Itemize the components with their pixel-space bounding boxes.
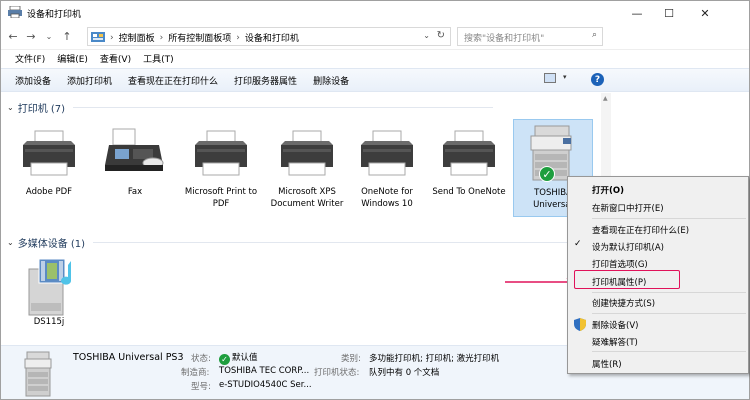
printer-icon xyxy=(275,123,339,183)
shield-icon xyxy=(574,318,586,334)
add-printer-button[interactable]: 添加打印机 xyxy=(61,74,118,87)
group-divider xyxy=(73,107,494,108)
menu-separator xyxy=(592,218,746,219)
menu-item-preferences[interactable]: 打印首选项(G) xyxy=(592,258,648,270)
forward-button[interactable]: → xyxy=(23,28,39,44)
help-icon[interactable]: ? xyxy=(591,73,604,86)
printer-window-icon xyxy=(8,5,22,21)
media-server-icon xyxy=(17,253,81,316)
menu-separator xyxy=(592,292,746,293)
multifunction-printer-icon: ✓ xyxy=(521,124,585,184)
breadcrumb-separator: › xyxy=(236,32,240,43)
refresh-icon[interactable]: ↻ xyxy=(437,30,445,41)
title-bar: 设备和打印机 — ☐ ✕ xyxy=(1,1,749,25)
device-label: Fax xyxy=(127,187,143,197)
device-fax[interactable]: Fax xyxy=(93,123,177,198)
device-onenote-for-windows-10[interactable]: OneNote for Windows 10 xyxy=(345,123,429,210)
menu-edit[interactable]: 编辑(E) xyxy=(51,50,94,67)
highlight-box xyxy=(574,270,680,289)
details-device-name: TOSHIBA Universal PS3 xyxy=(73,352,184,363)
device-list: ⌄ 打印机 (7) Adobe PDF Fax Microsoft Print … xyxy=(1,93,601,345)
print-server-properties-button[interactable]: 打印服务器属性 xyxy=(228,74,303,87)
menu-item-set-default[interactable]: 设为默认打印机(A) xyxy=(592,241,664,253)
view-options-icon[interactable] xyxy=(544,73,556,83)
device-label: OneNote for Windows 10 xyxy=(361,187,413,209)
fax-icon xyxy=(103,123,167,183)
menu-item-troubleshoot[interactable]: 疑难解答(T) xyxy=(592,336,638,348)
group-title-multimedia: 多媒体设备 (1) xyxy=(17,239,86,250)
breadcrumb-devices-printers[interactable]: 设备和打印机 xyxy=(245,31,299,44)
search-icon[interactable]: ⌕ xyxy=(592,30,597,40)
up-button[interactable]: ↑ xyxy=(59,28,75,44)
category-label: 类别: xyxy=(341,354,361,364)
device-label: Adobe PDF xyxy=(25,187,73,197)
menu-separator xyxy=(592,313,746,314)
breadcrumb-control-panel[interactable]: 控制面板 xyxy=(119,31,155,44)
printer-status-value: 队列中有 0 个文档 xyxy=(369,368,440,378)
breadcrumb-separator: › xyxy=(110,32,114,43)
ok-check-icon: ✓ xyxy=(219,354,230,365)
manufacturer-value: TOSHIBA TEC CORP... xyxy=(219,366,310,376)
device-label: Send To OneNote xyxy=(432,187,506,197)
printer-icon xyxy=(355,123,419,183)
device-label: Microsoft Print to PDF xyxy=(184,187,258,209)
device-microsoft-print-to-pdf[interactable]: Microsoft Print to PDF xyxy=(179,123,263,210)
menu-bar: 文件(F) 编辑(E) 查看(V) 工具(T) xyxy=(1,49,749,67)
printer-status-label: 打印机状态: xyxy=(314,368,360,378)
breadcrumb-all-items[interactable]: 所有控制面板项 xyxy=(168,31,231,44)
see-printing-button[interactable]: 查看现在正在打印什么 xyxy=(122,74,224,87)
menu-item-see-printing[interactable]: 查看现在正在打印什么(E) xyxy=(592,224,689,236)
menu-view[interactable]: 查看(V) xyxy=(94,50,137,67)
add-device-button[interactable]: 添加设备 xyxy=(9,74,57,87)
breadcrumb-separator: › xyxy=(159,32,164,43)
manufacturer-label: 制造商: xyxy=(181,368,210,378)
view-dropdown-icon[interactable]: ▾ xyxy=(563,73,567,81)
device-label: Microsoft XPS Document Writer xyxy=(270,187,344,209)
chevron-down-icon: ⌄ xyxy=(7,103,14,112)
multifunction-printer-icon xyxy=(19,350,59,399)
menu-separator xyxy=(592,351,746,352)
maximize-button[interactable]: ☐ xyxy=(653,1,685,25)
menu-item-properties[interactable]: 属性(R) xyxy=(592,358,622,370)
command-bar: 添加设备 添加打印机 查看现在正在打印什么 打印服务器属性 删除设备 xyxy=(1,68,749,92)
recent-locations-button[interactable]: ⌄ xyxy=(41,28,57,44)
address-bar[interactable]: › 控制面板 › 所有控制面板项 › 设备和打印机 ⌄ ↻ xyxy=(87,27,451,46)
control-panel-icon xyxy=(91,31,105,46)
address-dropdown-icon[interactable]: ⌄ xyxy=(423,31,430,40)
model-label: 型号: xyxy=(191,382,211,392)
device-adobe-pdf[interactable]: Adobe PDF xyxy=(7,123,91,198)
menu-item-create-shortcut[interactable]: 创建快捷方式(S) xyxy=(592,297,655,309)
group-header-multimedia[interactable]: ⌄ 多媒体设备 (1) xyxy=(7,235,584,250)
status-label: 状态: xyxy=(191,354,211,364)
scroll-up-icon[interactable]: ▲ xyxy=(603,95,608,102)
menu-item-open-new-window[interactable]: 在新窗口中打开(E) xyxy=(592,202,664,214)
model-value: e-STUDIO4540C Ser... xyxy=(219,380,312,390)
back-button[interactable]: ← xyxy=(5,28,21,44)
status-value: ✓ 默认值 xyxy=(219,351,258,365)
window-title: 设备和打印机 xyxy=(27,10,82,20)
close-button[interactable]: ✕ xyxy=(685,1,725,25)
device-send-to-onenote[interactable]: Send To OneNote xyxy=(427,123,511,198)
printer-icon xyxy=(17,123,81,183)
minimize-button[interactable]: — xyxy=(621,1,653,25)
printer-icon xyxy=(437,123,501,183)
menu-item-open[interactable]: 打开(O) xyxy=(592,184,624,196)
group-divider xyxy=(93,242,584,243)
menu-file[interactable]: 文件(F) xyxy=(9,50,51,67)
search-placeholder: 搜索"设备和打印机" xyxy=(464,34,545,44)
default-check-icon: ✓ xyxy=(539,166,555,182)
device-microsoft-xps-writer[interactable]: Microsoft XPS Document Writer xyxy=(265,123,349,210)
remove-device-button[interactable]: 删除设备 xyxy=(307,74,355,87)
menu-tools[interactable]: 工具(T) xyxy=(137,50,180,67)
printer-icon xyxy=(189,123,253,183)
search-input[interactable]: 搜索"设备和打印机" ⌕ xyxy=(457,27,603,46)
group-header-printers[interactable]: ⌄ 打印机 (7) xyxy=(7,100,494,115)
device-ds115j[interactable]: DS115j xyxy=(7,253,91,328)
group-title-printers: 打印机 (7) xyxy=(17,104,66,115)
checkmark-icon: ✓ xyxy=(574,239,582,249)
menu-item-remove-device[interactable]: 删除设备(V) xyxy=(592,319,638,331)
category-value: 多功能打印机; 打印机; 激光打印机 xyxy=(369,354,500,364)
address-row: ← → ⌄ ↑ › 控制面板 › 所有控制面板项 › 设备和打印机 ⌄ ↻ 搜索… xyxy=(1,25,749,47)
chevron-down-icon: ⌄ xyxy=(7,238,14,247)
